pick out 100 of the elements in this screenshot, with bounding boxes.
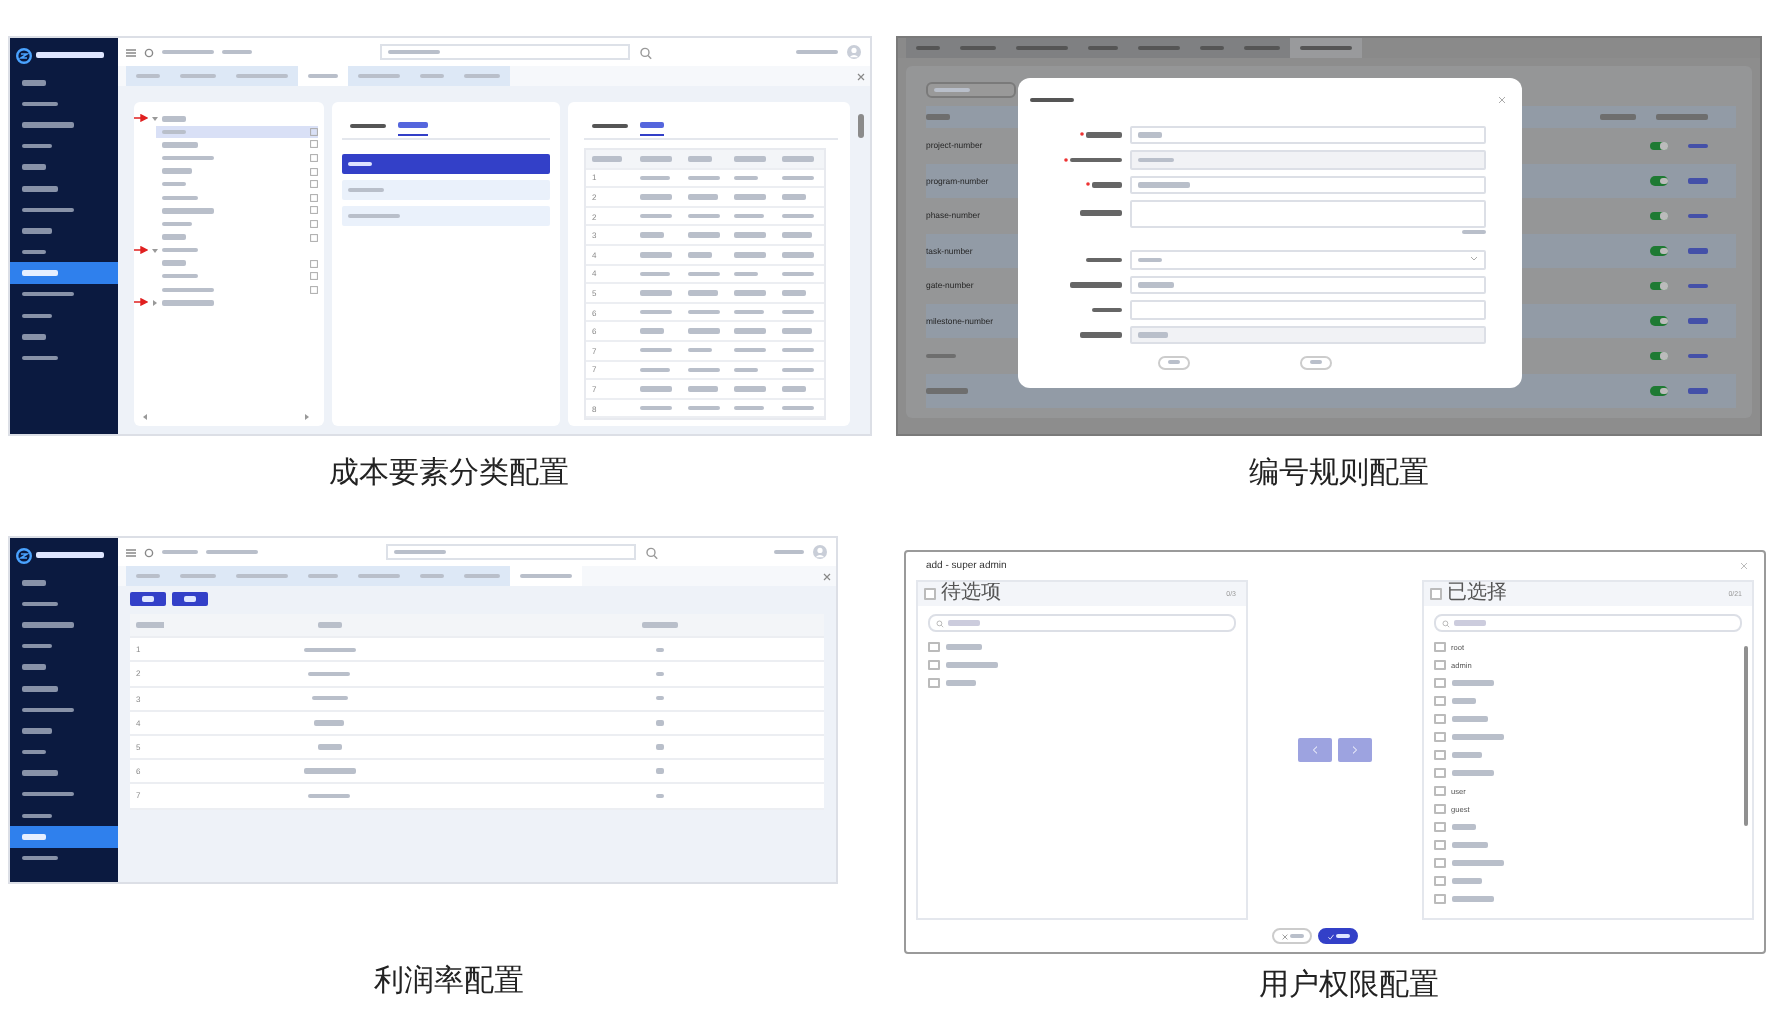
checkbox[interactable]	[928, 659, 939, 671]
checkbox[interactable]	[1434, 803, 1445, 815]
close-icon[interactable]	[1498, 96, 1506, 104]
caret-down-icon[interactable]	[152, 115, 158, 122]
input-field[interactable]	[1130, 175, 1486, 194]
checkbox[interactable]	[1434, 767, 1445, 779]
text-line	[317, 622, 341, 628]
edit-link[interactable]	[1688, 213, 1708, 218]
move-right-button[interactable]	[1338, 738, 1372, 762]
search-field[interactable]	[926, 82, 1016, 98]
checkbox[interactable]	[1434, 749, 1445, 761]
input-field[interactable]	[1130, 150, 1486, 169]
edit-link[interactable]	[1688, 283, 1708, 288]
text-line	[655, 671, 663, 677]
checkbox[interactable]	[1434, 875, 1445, 887]
input-field[interactable]	[1130, 325, 1486, 344]
text-line	[782, 290, 807, 296]
edit-link[interactable]	[1688, 178, 1708, 183]
move-left-button[interactable]	[1298, 738, 1332, 762]
edit-link[interactable]	[1688, 353, 1708, 358]
edit-link[interactable]	[1688, 248, 1708, 253]
checkbox[interactable]	[1434, 857, 1445, 869]
text-line	[687, 252, 712, 258]
input-field[interactable]	[1130, 275, 1486, 294]
text-line	[687, 386, 718, 392]
toggle-switch[interactable]	[1650, 316, 1668, 325]
tree-item[interactable]	[156, 125, 318, 139]
cancel-button[interactable]	[1300, 355, 1332, 369]
toggle-switch[interactable]	[1650, 141, 1668, 150]
toggle-switch[interactable]	[1650, 211, 1668, 220]
menu-icon[interactable]	[126, 547, 136, 557]
checkbox[interactable]	[1434, 785, 1445, 797]
tree-item[interactable]	[156, 230, 318, 244]
input-field[interactable]	[1130, 125, 1486, 144]
save-button[interactable]	[1158, 355, 1190, 369]
text-line	[782, 367, 815, 373]
edit-link[interactable]	[1688, 143, 1708, 148]
toggle-switch[interactable]	[1650, 176, 1668, 185]
tree-item[interactable]	[156, 256, 318, 270]
close-icon[interactable]	[1740, 562, 1748, 570]
toggle-switch[interactable]	[1650, 386, 1668, 395]
text-line	[687, 175, 720, 181]
menu-icon[interactable]	[126, 47, 136, 57]
toggle-switch[interactable]	[1650, 281, 1668, 290]
input-field[interactable]	[1130, 199, 1486, 227]
text-line	[1086, 257, 1122, 262]
input-field[interactable]	[1130, 300, 1486, 319]
checkbox[interactable]	[1434, 641, 1445, 653]
checkbox[interactable]	[1434, 659, 1445, 671]
add-button[interactable]	[130, 592, 166, 606]
checkbox[interactable]	[928, 677, 939, 689]
toggle-switch[interactable]	[1650, 351, 1668, 360]
avatar-icon[interactable]	[846, 44, 862, 60]
tab[interactable]	[640, 116, 664, 136]
text-line	[592, 156, 622, 162]
text-line	[734, 194, 767, 200]
text-line	[639, 309, 672, 315]
checkbox[interactable]	[1434, 731, 1445, 743]
caret-right-icon[interactable]	[152, 299, 158, 306]
export-button[interactable]	[172, 592, 208, 606]
confirm-button[interactable]	[1318, 928, 1358, 944]
checkbox[interactable]	[924, 588, 935, 600]
tree-item[interactable]	[156, 164, 318, 178]
edit-link[interactable]	[1688, 388, 1708, 393]
scroll-left-icon[interactable]	[142, 414, 148, 420]
text-line	[945, 680, 975, 686]
checkbox[interactable]	[1434, 821, 1445, 833]
edit-link[interactable]	[1688, 318, 1708, 323]
checkbox[interactable]	[1434, 677, 1445, 689]
text-line	[639, 386, 672, 392]
toggle-switch[interactable]	[1650, 246, 1668, 255]
list-item[interactable]	[342, 154, 550, 174]
caret-down-icon[interactable]	[152, 247, 158, 254]
select-field[interactable]	[1130, 250, 1486, 269]
checkbox[interactable]	[1434, 839, 1445, 851]
close-icon[interactable]	[822, 571, 832, 581]
checkbox[interactable]	[928, 641, 939, 653]
text-line	[734, 252, 767, 258]
checkbox[interactable]	[1430, 588, 1441, 600]
sidebar-item[interactable]	[10, 826, 118, 848]
scroll-right-icon[interactable]	[304, 414, 310, 420]
checkbox[interactable]	[1434, 713, 1445, 725]
text-line	[303, 768, 355, 774]
text-line	[655, 695, 663, 701]
caption: 用户权限配置	[1257, 966, 1441, 1004]
text-line	[782, 232, 813, 238]
sidebar-item[interactable]	[10, 262, 118, 284]
refresh-icon[interactable]	[144, 47, 154, 57]
tab[interactable]	[398, 116, 428, 136]
caption: 编号规则配置	[1247, 454, 1431, 492]
tree-item[interactable]	[156, 138, 318, 152]
search-icon[interactable]	[638, 45, 654, 59]
checkbox[interactable]	[1434, 695, 1445, 707]
text-line	[774, 549, 804, 555]
close-icon[interactable]	[856, 71, 866, 81]
checkbox[interactable]	[1434, 893, 1445, 905]
avatar-icon[interactable]	[812, 544, 828, 560]
refresh-icon[interactable]	[144, 547, 154, 557]
tree-item[interactable]	[156, 204, 318, 218]
search-icon[interactable]	[644, 545, 660, 559]
